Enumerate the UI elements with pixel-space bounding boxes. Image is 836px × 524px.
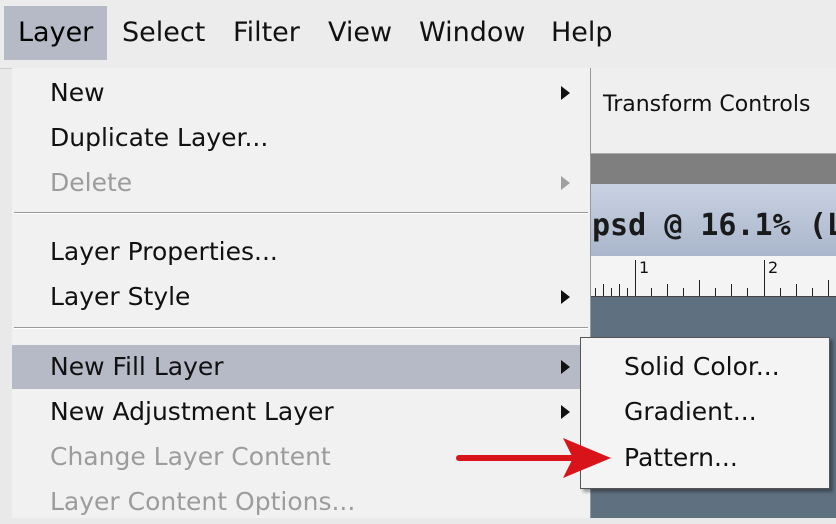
horizontal-ruler: 1 2 [590, 256, 836, 297]
ruler-minor-tick [828, 280, 829, 296]
submenu-item-label: Pattern... [624, 443, 738, 472]
menu-item-label: Duplicate Layer... [50, 123, 269, 152]
menu-item-label: Delete [50, 168, 133, 197]
ruler-major-tick [635, 260, 636, 296]
submenu-arrow-icon [561, 405, 570, 419]
ruler-minor-tick [603, 284, 604, 296]
document-title: psd @ 16.1% (L [592, 208, 836, 243]
menu-window[interactable]: Window [405, 6, 539, 60]
ruler-minor-tick [747, 288, 748, 296]
ruler-minor-tick [651, 288, 652, 296]
menu-item-new-adjustment-layer[interactable]: New Adjustment Layer [12, 390, 590, 434]
menu-item-label: New Fill Layer [50, 352, 224, 381]
submenu-arrow-icon [561, 176, 570, 190]
menu-view[interactable]: View [314, 6, 406, 60]
menu-select[interactable]: Select [108, 6, 219, 60]
fill-layer-submenu: Solid Color... Gradient... Pattern... [580, 337, 830, 489]
ruler-label: 2 [768, 258, 779, 277]
menu-item-label: Layer Properties... [50, 237, 278, 266]
ruler-minor-tick [627, 288, 628, 296]
menu-help[interactable]: Help [537, 6, 627, 60]
ruler-major-tick [764, 260, 765, 296]
ruler-minor-tick [699, 280, 700, 296]
workspace-strip [590, 154, 836, 184]
menu-item-label: Change Layer Content [50, 442, 331, 471]
ruler-minor-tick [595, 288, 596, 296]
submenu-item-label: Solid Color... [624, 352, 780, 381]
menu-item-label: New Adjustment Layer [50, 397, 334, 426]
menu-item-duplicate-layer[interactable]: Duplicate Layer... [12, 116, 590, 160]
menubar: Layer Select Filter View Window Help [0, 0, 836, 69]
menu-item-new[interactable]: New [12, 71, 590, 115]
menu-item-label: New [50, 78, 105, 107]
red-arrow-icon [456, 438, 611, 478]
submenu-item-solid-color[interactable]: Solid Color... [581, 345, 829, 389]
menu-item-label: Layer Content Options... [50, 487, 356, 516]
ruler-minor-tick [812, 288, 813, 296]
menu-separator [14, 327, 588, 329]
menu-layer[interactable]: Layer [4, 6, 108, 60]
submenu-item-gradient[interactable]: Gradient... [581, 390, 829, 434]
ruler-minor-tick [619, 284, 620, 296]
menu-filter[interactable]: Filter [219, 6, 314, 60]
ruler-minor-tick [796, 284, 797, 296]
menu-item-layer-style[interactable]: Layer Style [12, 275, 590, 319]
submenu-arrow-icon [561, 86, 570, 100]
submenu-arrow-icon [561, 360, 570, 374]
menu-item-label: Layer Style [50, 282, 191, 311]
submenu-item-pattern[interactable]: Pattern... [581, 436, 829, 480]
transform-controls-label[interactable]: Transform Controls [603, 92, 810, 117]
ruler-minor-tick [667, 284, 668, 296]
submenu-arrow-icon [561, 290, 570, 304]
ruler-minor-tick [611, 288, 612, 296]
menu-separator [14, 212, 588, 214]
ruler-minor-tick [715, 288, 716, 296]
ruler-minor-tick [780, 288, 781, 296]
menu-item-delete: Delete [12, 161, 590, 205]
submenu-item-label: Gradient... [624, 397, 757, 426]
menu-item-layer-content-options: Layer Content Options... [12, 480, 590, 524]
menu-item-new-fill-layer[interactable]: New Fill Layer [12, 345, 590, 389]
menu-item-layer-properties[interactable]: Layer Properties... [12, 230, 590, 274]
ruler-minor-tick [731, 284, 732, 296]
ruler-label: 1 [639, 258, 650, 277]
ruler-minor-tick [683, 288, 684, 296]
